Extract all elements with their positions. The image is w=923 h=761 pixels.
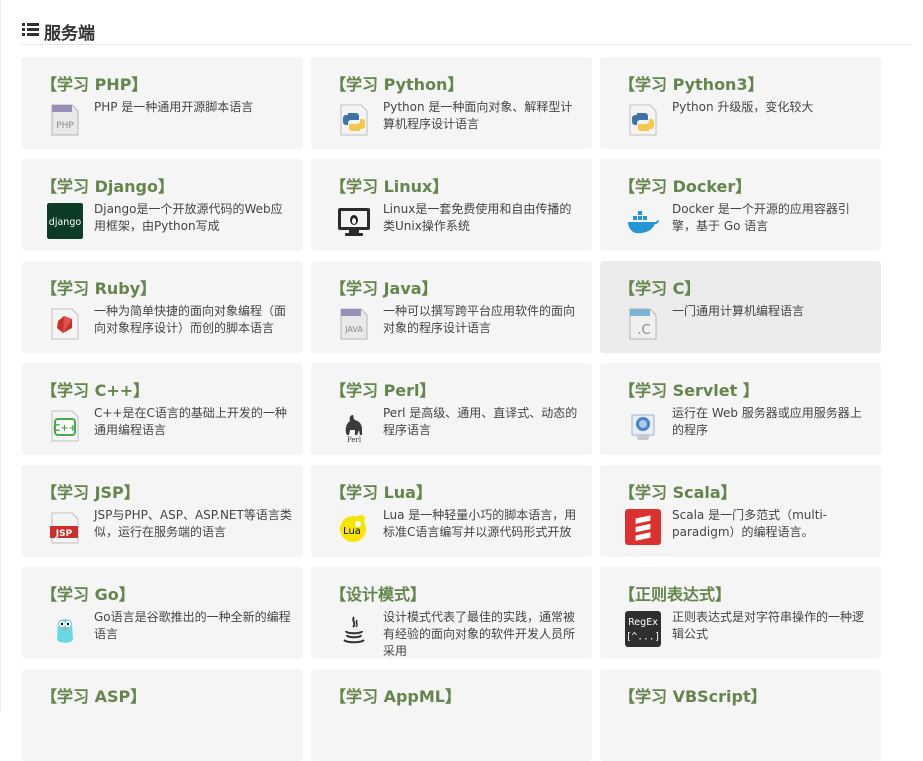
- card-description: C++是在C语言的基础上开发的一种通用编程语言: [94, 406, 287, 437]
- card-description: Linux是一套免费使用和自由传播的类Unix操作系统: [383, 202, 572, 233]
- lua-icon: Lua: [340, 515, 366, 542]
- list-icon: [22, 23, 39, 36]
- card-django[interactable]: 【学习 Django】 django Django是一个开放源代码的Web应用框…: [22, 159, 303, 251]
- java-icon: JAVA: [340, 308, 368, 340]
- card-title[interactable]: 【学习 Lua】: [330, 479, 432, 503]
- card-title[interactable]: 【学习 Linux】: [330, 173, 448, 197]
- card-title[interactable]: 【学习 Docker】: [619, 173, 751, 197]
- svg-text:.C: .C: [637, 323, 650, 338]
- svg-text:[^...]: [^...]: [626, 632, 660, 643]
- card-description: 运行在 Web 服务器或应用服务器上的程序: [672, 406, 862, 437]
- jsp-icon: JSP: [50, 512, 79, 544]
- card-vbscript[interactable]: 【学习 VBScript】: [600, 669, 881, 761]
- svg-text:JAVA: JAVA: [344, 325, 363, 334]
- ruby-icon: [51, 308, 79, 340]
- section-title: 服务端: [44, 24, 95, 44]
- section-header: 服务端: [22, 18, 912, 45]
- card-php[interactable]: 【学习 PHP】 PHP PHP 是一种通用开源脚本语言: [22, 57, 303, 149]
- card-title[interactable]: 【学习 Django】: [41, 173, 174, 197]
- php-icon: PHP: [51, 104, 79, 136]
- python3-icon: [629, 104, 657, 136]
- svg-text:Lua: Lua: [343, 526, 361, 537]
- card-title[interactable]: 【学习 PHP】: [41, 71, 147, 95]
- card-title[interactable]: 【学习 Go】: [41, 581, 135, 605]
- django-icon: django: [47, 203, 83, 239]
- perl-icon: Perl: [345, 415, 362, 443]
- card-perl[interactable]: 【学习 Perl】 Perl Perl 是高级、通用、直译式、动态的程序语言: [311, 363, 592, 455]
- card-description: 一门通用计算机编程语言: [672, 304, 805, 318]
- card-description: Lua 是一种轻量小巧的脚本语言，用标准C语言编写并以源代码形式开放: [383, 508, 577, 539]
- card-description: PHP 是一种通用开源脚本语言: [94, 100, 254, 114]
- svg-text:django: django: [49, 217, 82, 228]
- card-description: Scala 是一门多范式（multi-paradigm）的编程语言。: [672, 508, 828, 539]
- card-description: 正则表达式是对字符串操作的一种逻辑公式: [672, 610, 865, 641]
- card-description: 一种为简单快捷的面向对象编程（面向对象程序设计）而创的脚本语言: [94, 304, 287, 335]
- card-linux[interactable]: 【学习 Linux】 Linux是一套免费使用和自由传播的类Unix操作系统: [311, 159, 592, 251]
- card-title[interactable]: 【学习 C++】: [41, 377, 149, 401]
- card-title[interactable]: 【学习 Servlet 】: [619, 377, 759, 401]
- card-c[interactable]: 【学习 C】 .C 一门通用计算机编程语言: [600, 261, 881, 353]
- card-description: Python 升级版，变化较大: [672, 100, 814, 114]
- svg-text:PHP: PHP: [56, 121, 74, 131]
- card-description: Go语言是谷歌推出的一种全新的编程语言: [94, 610, 291, 641]
- card-design-pattern[interactable]: 【设计模式】 设计模式代表了最佳的实践，通常被有经验的面向对象的软件开发人员所采…: [311, 567, 592, 659]
- scala-icon: [625, 509, 661, 545]
- linux-icon: [338, 208, 370, 236]
- card-description: Python 是一种面向对象、解释型计算机程序设计语言: [383, 100, 573, 131]
- card-regex[interactable]: 【正则表达式】 RegEx [^...] 正则表达式是对字符串操作的一种逻辑公式: [600, 567, 881, 659]
- go-icon: [57, 619, 73, 643]
- python-icon: [340, 104, 368, 136]
- card-description: 一种可以撰写跨平台应用软件的面向对象的程序设计语言: [383, 304, 576, 335]
- card-servlet[interactable]: 【学习 Servlet 】 运行在 Web 服务器或应用服务器上的程序: [600, 363, 881, 455]
- card-title[interactable]: 【学习 Perl】: [330, 377, 436, 401]
- card-title[interactable]: 【学习 Python3】: [619, 71, 764, 95]
- card-title[interactable]: 【设计模式】: [330, 581, 426, 605]
- servlet-icon: [631, 414, 655, 440]
- cpp-icon: C++: [51, 410, 79, 442]
- course-grid: 【学习 PHP】 PHP PHP 是一种通用开源脚本语言 【学习 Python】…: [22, 57, 881, 761]
- card-title[interactable]: 【学习 AppML】: [330, 683, 461, 707]
- docker-icon: [628, 211, 659, 234]
- card-description: Django是一个开放源代码的Web应用框架，由Python写成: [94, 202, 283, 233]
- card-title[interactable]: 【学习 C】: [619, 275, 700, 299]
- card-go[interactable]: 【学习 Go】 Go语言是谷歌推出的一种全新的编程语言: [22, 567, 303, 659]
- card-lua[interactable]: 【学习 Lua】 Lua Lua 是一种轻量小巧的脚本语言，用标准C语言编写并以…: [311, 465, 592, 557]
- card-java[interactable]: 【学习 Java】 JAVA 一种可以撰写跨平台应用软件的面向对象的程序设计语言: [311, 261, 592, 353]
- card-title[interactable]: 【学习 Java】: [330, 275, 438, 299]
- card-description: 设计模式代表了最佳的实践，通常被有经验的面向对象的软件开发人员所采用: [383, 610, 576, 658]
- card-python[interactable]: 【学习 Python】 Python 是一种面向对象、解释型计算机程序设计语言: [311, 57, 592, 149]
- card-docker[interactable]: 【学习 Docker】 Docker 是一个开源的应用容器引擎，基于 Go 语言: [600, 159, 881, 251]
- card-python3[interactable]: 【学习 Python3】 Python 升级版，变化较大: [600, 57, 881, 149]
- card-title[interactable]: 【学习 Ruby】: [41, 275, 156, 299]
- c-icon: .C: [629, 308, 657, 340]
- card-title[interactable]: 【学习 JSP】: [41, 479, 140, 503]
- card-title[interactable]: 【学习 VBScript】: [619, 683, 767, 707]
- card-appml[interactable]: 【学习 AppML】: [311, 669, 592, 761]
- card-cpp[interactable]: 【学习 C++】 C++ C++是在C语言的基础上开发的一种通用编程语言: [22, 363, 303, 455]
- card-ruby[interactable]: 【学习 Ruby】 一种为简单快捷的面向对象编程（面向对象程序设计）而创的脚本语…: [22, 261, 303, 353]
- design-pattern-icon: [343, 616, 365, 644]
- card-title[interactable]: 【学习 Python】: [330, 71, 463, 95]
- card-title[interactable]: 【正则表达式】: [619, 581, 731, 605]
- card-title[interactable]: 【学习 Scala】: [619, 479, 737, 503]
- svg-text:RegEx: RegEx: [628, 617, 658, 628]
- card-asp[interactable]: 【学习 ASP】: [22, 669, 303, 761]
- svg-text:JSP: JSP: [55, 529, 73, 539]
- svg-text:C++: C++: [53, 423, 77, 434]
- svg-text:Perl: Perl: [347, 436, 362, 443]
- card-description: Docker 是一个开源的应用容器引擎，基于 Go 语言: [672, 202, 850, 233]
- card-description: Perl 是高级、通用、直译式、动态的程序语言: [383, 406, 578, 437]
- card-scala[interactable]: 【学习 Scala】 Scala 是一门多范式（multi-paradigm）的…: [600, 465, 881, 557]
- card-description: JSP与PHP、ASP、ASP.NET等语言类似，运行在服务端的语言: [94, 508, 292, 539]
- card-jsp[interactable]: 【学习 JSP】 JSP JSP与PHP、ASP、ASP.NET等语言类似，运行…: [22, 465, 303, 557]
- page-left-rule: [0, 0, 1, 712]
- regex-icon: RegEx [^...]: [625, 611, 661, 647]
- card-title[interactable]: 【学习 ASP】: [41, 683, 146, 707]
